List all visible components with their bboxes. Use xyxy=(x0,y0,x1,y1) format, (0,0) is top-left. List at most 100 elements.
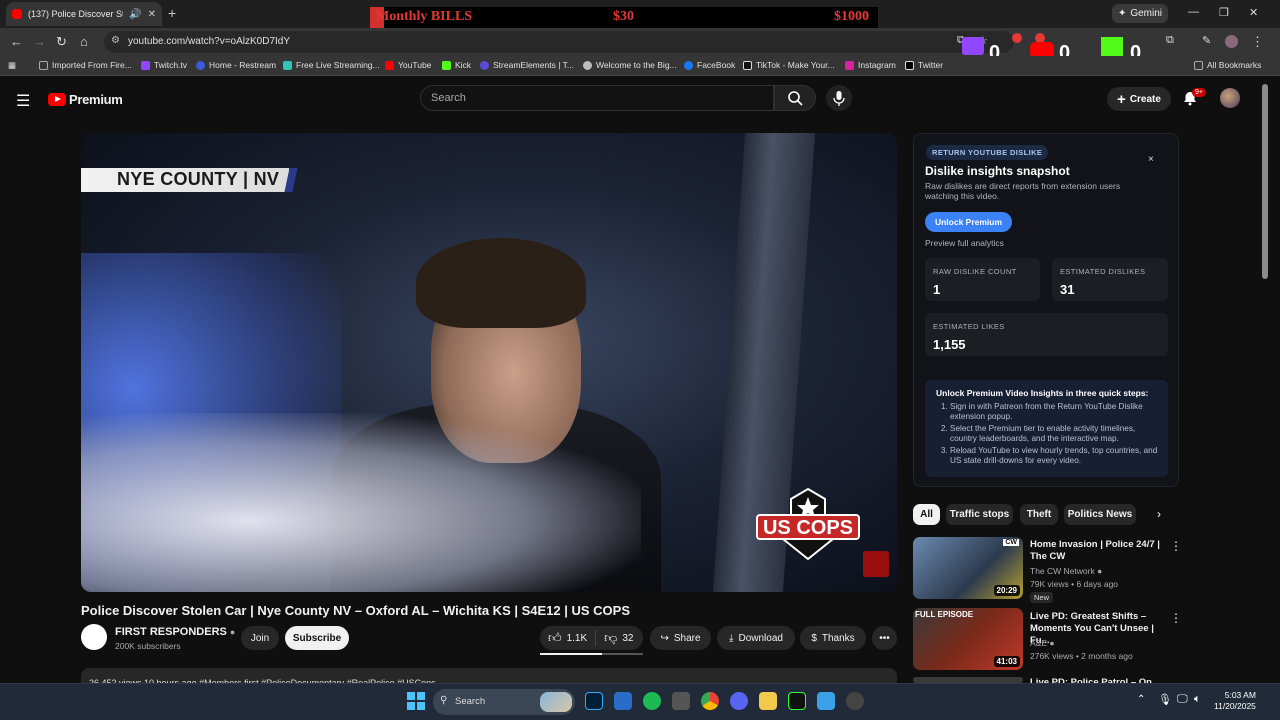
unlock-premium-button[interactable]: Unlock Premium xyxy=(925,212,1012,232)
system-clock[interactable]: 5:03 AM 11/20/2025 xyxy=(1214,690,1256,712)
menu-kebab-icon[interactable]: ⋮ xyxy=(1251,34,1264,50)
bookmark-item[interactable]: FaceBook xyxy=(684,60,735,70)
bookmark-item[interactable]: Free Live Streaming... xyxy=(283,60,380,70)
account-avatar[interactable] xyxy=(1220,88,1240,108)
rec-thumbnail[interactable]: CW 20:29 xyxy=(913,537,1023,599)
dislike-button[interactable]: 👎︎ 32 xyxy=(604,630,633,646)
app-icon[interactable] xyxy=(672,692,690,710)
youtube-premium-logo[interactable]: Premium xyxy=(48,92,123,107)
thumbs-up-icon: 👍︎ xyxy=(548,630,562,645)
bookmark-item[interactable]: YouTube xyxy=(385,60,431,70)
location-banner: NYE COUNTY | NV xyxy=(81,168,289,192)
close-panel-icon[interactable]: × xyxy=(1148,154,1154,165)
apps-grid-icon[interactable]: ▦ xyxy=(8,60,16,71)
hamburger-menu-icon[interactable]: ☰ xyxy=(16,91,30,111)
bookmark-item[interactable]: TikTok - Make Your... xyxy=(743,60,835,70)
chip-theft[interactable]: Theft xyxy=(1020,504,1058,525)
channel-avatar[interactable] xyxy=(81,624,107,650)
all-bookmarks[interactable]: All Bookmarks xyxy=(1194,60,1261,70)
volume-icon[interactable]: 🔈︎ xyxy=(1194,693,1201,706)
close-window-icon[interactable]: ✕ xyxy=(1249,6,1258,19)
join-button[interactable]: Join xyxy=(241,626,279,650)
create-button[interactable]: + Create xyxy=(1107,87,1171,111)
bookmark-item[interactable]: Kick xyxy=(442,60,471,70)
more-actions-button[interactable]: ••• xyxy=(872,626,897,650)
video-player[interactable]: NYE COUNTY | NV US COPS xyxy=(81,133,897,592)
rec-menu-icon[interactable]: ⋮ xyxy=(1170,539,1182,553)
rec-channel[interactable]: The CW Network ● xyxy=(1030,566,1102,576)
x-icon xyxy=(905,60,914,70)
rec-channel[interactable]: A&E ● xyxy=(1030,638,1055,648)
rec-menu-icon[interactable]: ⋮ xyxy=(1170,611,1182,625)
extensions-icon[interactable]: ✎ xyxy=(1202,34,1211,47)
close-tab-icon[interactable]: ✕ xyxy=(148,9,156,20)
discord-icon[interactable] xyxy=(730,692,748,710)
bookmark-item[interactable]: Twitch.tv xyxy=(141,60,187,70)
minimize-icon[interactable]: — xyxy=(1188,6,1199,18)
ext-red-icon[interactable] xyxy=(1012,33,1022,43)
forward-icon[interactable]: → xyxy=(33,34,46,49)
voice-search-button[interactable] xyxy=(826,85,852,111)
url-field[interactable]: ⚙ youtube.com/watch?v=oAlzK0D7IdY xyxy=(104,31,1014,53)
tab-search-icon[interactable]: ⧉ xyxy=(1166,34,1174,47)
bookmark-item[interactable]: Twitter xyxy=(905,60,943,70)
search-input[interactable]: Search xyxy=(420,85,774,111)
search-button[interactable] xyxy=(774,85,816,111)
back-icon[interactable]: ← xyxy=(10,34,23,49)
download-button[interactable]: ⤓ Download xyxy=(717,626,795,650)
video-subject-hair xyxy=(416,238,586,328)
photos-icon[interactable] xyxy=(614,692,632,710)
chevron-up-icon[interactable]: ⌃ xyxy=(1137,694,1145,705)
maximize-icon[interactable]: ❐ xyxy=(1219,6,1229,19)
step-item: Reload YouTube to view hourly trends, to… xyxy=(950,446,1158,466)
panel-description: Raw dislikes are direct reports from ext… xyxy=(925,181,1121,201)
file-explorer-icon[interactable] xyxy=(759,692,777,710)
like-button[interactable]: 👍︎ 1.1K xyxy=(548,630,587,646)
rec-thumbnail[interactable]: FULL EPISODE 41:03 xyxy=(913,608,1023,670)
thanks-button[interactable]: $ Thanks xyxy=(800,626,866,650)
notepad-icon[interactable] xyxy=(817,692,835,710)
speaker-icon[interactable]: 🔊 xyxy=(129,9,141,20)
chip-politics-news[interactable]: Politics News xyxy=(1064,504,1136,525)
subscriber-count: 200K subscribers xyxy=(115,641,181,651)
page-scrollbar[interactable] xyxy=(1262,84,1268,279)
bookmark-item[interactable]: Imported From Fire... xyxy=(39,60,132,70)
windows-start-icon[interactable] xyxy=(407,692,425,710)
search-icon xyxy=(788,91,803,106)
chrome-icon[interactable] xyxy=(701,692,719,710)
site-info-icon[interactable]: ⚙ xyxy=(111,35,120,46)
new-tab-button[interactable]: + xyxy=(168,5,176,21)
thumb-label: FULL EPISODE xyxy=(915,610,974,619)
network-icon[interactable]: 🖵 xyxy=(1177,693,1188,706)
gemini-button[interactable]: ✦ Gemini xyxy=(1112,4,1168,23)
youtube-logo-icon xyxy=(48,93,66,106)
chip-all[interactable]: All xyxy=(913,504,940,525)
browser-tab-active[interactable]: (137) Police Discover Stolen Car 🔊 ✕ xyxy=(6,2,162,26)
estimated-likes-stat: ESTIMATED LIKES 1,155 xyxy=(925,313,1168,356)
bookmark-item[interactable]: StreamElements | T... xyxy=(480,60,574,70)
chevron-right-icon[interactable]: › xyxy=(1157,507,1161,521)
home-icon[interactable]: ⌂ xyxy=(80,34,88,49)
bookmark-item[interactable]: Welcome to the Big... xyxy=(583,60,677,70)
bookmark-item[interactable]: Instagram xyxy=(845,60,896,70)
microphone-tray-icon[interactable]: 🎙︎ xyxy=(1158,693,1172,706)
rec-title[interactable]: Home Invasion | Police 24/7 | The CW xyxy=(1030,539,1165,563)
spotify-icon[interactable] xyxy=(643,692,661,710)
address-bar-row: ← → ↻ ⌂ ⚙ youtube.com/watch?v=oAlzK0D7Id… xyxy=(0,28,1280,64)
restream-icon xyxy=(196,60,205,70)
subscribe-button[interactable]: Subscribe xyxy=(285,626,349,650)
step-item: Select the Premium tier to enable activi… xyxy=(950,424,1158,444)
twitch-extension-icon[interactable] xyxy=(962,37,984,55)
settings-icon[interactable] xyxy=(846,692,864,710)
reload-icon[interactable]: ↻ xyxy=(56,34,67,50)
channel-name[interactable]: FIRST RESPONDERS ● xyxy=(115,626,235,638)
photoshop-icon[interactable] xyxy=(585,692,603,710)
like-count: 1.1K xyxy=(566,632,588,644)
terminal-icon[interactable] xyxy=(788,692,806,710)
bookmark-item[interactable]: Home - Restream xyxy=(196,60,276,70)
youtube-subscribe-watermark-icon[interactable] xyxy=(863,551,889,577)
share-button[interactable]: ↪ Share xyxy=(650,626,711,650)
profile-icon[interactable] xyxy=(1225,35,1238,48)
chip-traffic-stops[interactable]: Traffic stops xyxy=(946,504,1013,525)
taskbar-search[interactable]: ⚲ Search xyxy=(433,689,575,715)
